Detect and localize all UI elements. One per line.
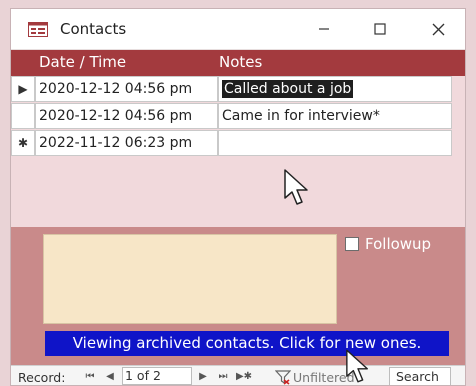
new-record-icon: ▶✱ [235,370,253,382]
search-input[interactable]: Search [389,367,451,385]
first-record-button[interactable]: ⏮ [83,369,97,383]
current-record-icon: ▶ [18,82,28,96]
table-row[interactable]: ▶ 2020-12-12 04:56 pm Called about a job [11,76,452,103]
record-label: Record: [18,370,66,385]
followup-label: Followup [365,235,432,253]
followup-checkbox[interactable] [345,237,359,251]
window-title: Contacts [60,20,127,38]
notes-cell[interactable]: Called about a job [218,76,452,102]
new-record-button[interactable]: ▶✱ [235,369,253,383]
filter-icon [275,370,291,385]
notes-cell[interactable] [218,130,452,156]
table-row[interactable]: 2020-12-12 04:56 pm Came in for intervie… [11,103,452,130]
row-selector[interactable]: ✱ [11,130,35,156]
row-selector[interactable]: ▶ [11,76,35,102]
record-position-field[interactable]: 1 of 2 [122,367,192,385]
notes-text: Called about a job [222,80,354,98]
maximize-icon [374,23,386,35]
column-header-notes[interactable]: Notes [219,53,262,71]
new-record-icon: ✱ [17,136,29,150]
last-record-button[interactable]: ⏭ [216,369,230,383]
notes-cell[interactable]: Came in for interview* [218,103,452,129]
table-row[interactable]: ✱ 2022-11-12 06:23 pm [11,130,452,157]
notes-memo-field[interactable] [43,234,337,324]
minimize-icon [319,28,329,30]
maximize-button[interactable] [357,9,403,49]
column-header-date[interactable]: Date / Time [39,53,126,71]
close-button[interactable] [415,9,461,49]
mouse-pointer-icon [284,169,308,205]
title-bar[interactable]: Contacts [11,9,465,50]
contacts-window: Contacts Date / Time Notes ▶ 2020-12-12 … [10,8,466,386]
record-navigation-bar: Record: ⏮ ◀ 1 of 2 ▶ ⏭ ▶✱ Unfiltered Sea… [11,365,465,385]
mouse-pointer-icon [346,349,368,383]
next-record-icon: ▶ [199,370,207,382]
previous-record-icon: ◀ [106,370,114,382]
form-icon [28,22,48,37]
row-selector[interactable] [11,103,35,129]
followup-checkbox-group[interactable]: Followup [345,235,431,253]
archived-contacts-banner[interactable]: Viewing archived contacts. Click for new… [45,331,449,356]
date-cell[interactable]: 2022-11-12 06:23 pm [35,130,218,156]
date-cell[interactable]: 2020-12-12 04:56 pm [35,76,218,102]
close-icon [432,23,444,35]
last-record-icon: ⏭ [218,370,228,382]
first-record-icon: ⏮ [85,370,95,382]
date-cell[interactable]: 2020-12-12 04:56 pm [35,103,218,129]
previous-record-button[interactable]: ◀ [103,369,117,383]
minimize-button[interactable] [301,9,347,49]
grid-header: Date / Time Notes [11,50,465,76]
next-record-button[interactable]: ▶ [196,369,210,383]
detail-section: Followup Viewing archived contacts. Clic… [11,227,465,367]
